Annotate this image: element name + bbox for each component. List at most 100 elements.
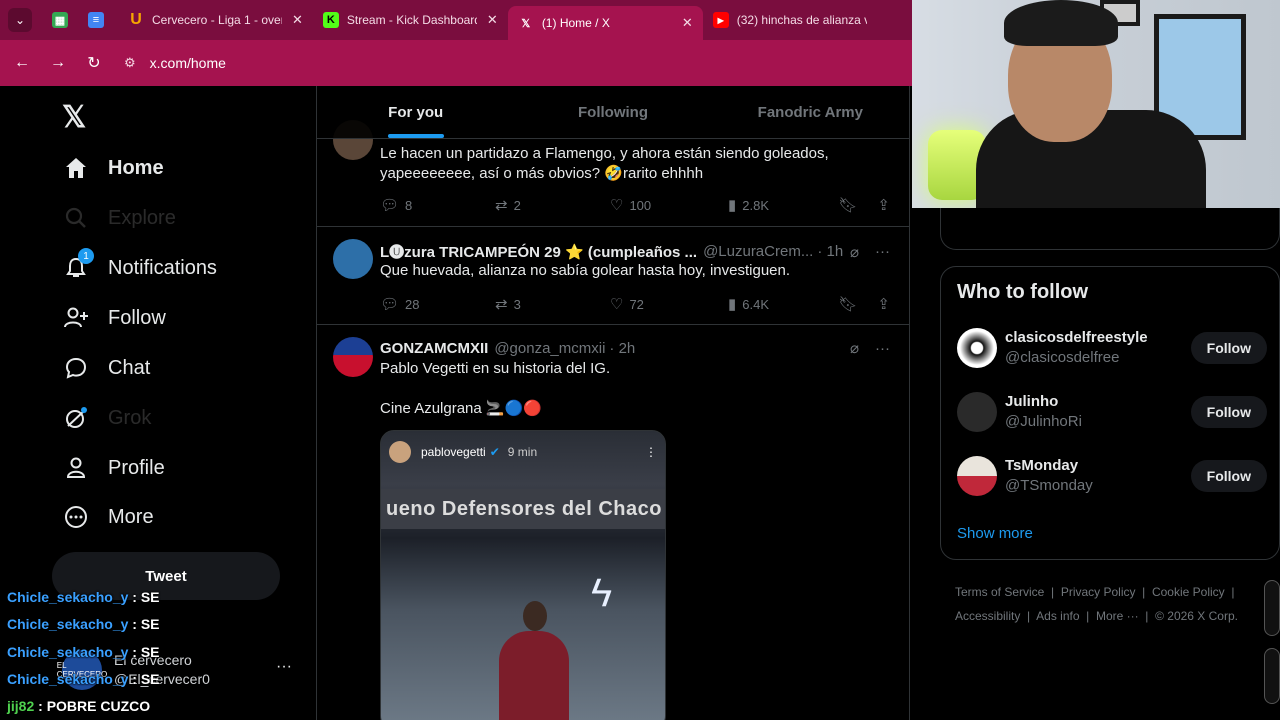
follow-suggestion[interactable]: clasicosdelfreestyle @clasicosdelfree Fo… bbox=[957, 326, 1267, 370]
repost-button[interactable]: ⇄ 2 bbox=[495, 196, 610, 214]
footer-line: Accessibility | Ads info | More ··· | © … bbox=[955, 609, 1238, 623]
nav-profile[interactable]: Profile bbox=[62, 448, 165, 488]
tab-title: (32) hinchas de alianza v bbox=[736, 13, 867, 27]
forward-icon[interactable]: → bbox=[48, 53, 68, 73]
repost-button[interactable]: ⇄ 3 bbox=[495, 295, 610, 313]
bookmark-icon[interactable]: 🔖︎ bbox=[838, 295, 857, 313]
footer-links: Terms of Service | Privacy Policy | Cook… bbox=[955, 580, 1255, 628]
close-icon[interactable]: ✕ bbox=[682, 15, 693, 31]
chat-text: : SE bbox=[132, 616, 160, 633]
nav-label: Profile bbox=[108, 456, 165, 479]
post-media[interactable]: pablovegetti ✔ 9 min ⋮ ueno Defensores d… bbox=[380, 430, 666, 720]
show-more-link[interactable]: Show more bbox=[957, 525, 1033, 542]
share-icon[interactable]: ⇪ bbox=[877, 295, 890, 313]
nav-follow[interactable]: Follow bbox=[62, 298, 166, 338]
more-icon bbox=[62, 503, 90, 531]
tab-pinned-docs[interactable]: ≡ bbox=[82, 4, 118, 36]
nav-more[interactable]: More bbox=[62, 497, 154, 537]
reply-button[interactable]: 💬︎ 28 bbox=[380, 295, 495, 313]
tab-cervecero[interactable]: U Cervecero - Liga 1 - over ✕ bbox=[118, 4, 313, 36]
tab-x-home[interactable]: 𝕏 (1) Home / X ✕ bbox=[507, 6, 703, 40]
follow-suggestion[interactable]: Julinho @JulinhoRi Follow bbox=[957, 390, 1267, 434]
back-icon[interactable]: ← bbox=[12, 53, 32, 73]
tab-pinned-sheets[interactable]: ▦ bbox=[46, 4, 82, 36]
author-handle[interactable]: @LuzuraCrem... bbox=[703, 243, 813, 260]
reply-button[interactable]: 💬︎ 8 bbox=[380, 196, 495, 214]
floating-button[interactable] bbox=[1264, 648, 1280, 704]
avatar[interactable] bbox=[333, 239, 373, 279]
share-icon[interactable]: ⇪ bbox=[877, 196, 890, 214]
floating-button[interactable] bbox=[1264, 580, 1280, 636]
post-time[interactable]: · 2h bbox=[609, 340, 635, 357]
story-header: pablovegetti ✔ 9 min ⋮ bbox=[389, 441, 657, 463]
nav-label: Explore bbox=[108, 206, 176, 229]
close-icon[interactable]: ✕ bbox=[487, 12, 498, 28]
url-bar[interactable]: ⚙ x.com/home bbox=[124, 55, 226, 71]
follow-button[interactable]: Follow bbox=[1190, 396, 1267, 428]
chat-text: : SE bbox=[132, 643, 160, 660]
grok-icon[interactable]: ⌀ bbox=[850, 339, 859, 357]
repost-count: 2 bbox=[513, 197, 521, 213]
footer-link[interactable]: More ··· bbox=[1096, 609, 1139, 623]
more-dots-icon[interactable]: ··· bbox=[875, 340, 890, 357]
post-text: Pablo Vegetti en su historia del IG. bbox=[380, 360, 611, 377]
close-icon[interactable]: ✕ bbox=[292, 12, 303, 28]
youtube-icon: ▶ bbox=[712, 12, 729, 28]
views-button[interactable]: ▮ 6.4K bbox=[728, 295, 769, 313]
nav-chat[interactable]: Chat bbox=[62, 348, 150, 388]
suggestion-name: Julinho bbox=[1005, 393, 1059, 410]
verified-icon: ✔ bbox=[489, 445, 500, 459]
more-vertical-icon: ⋮ bbox=[645, 445, 657, 459]
suggestion-handle: @clasicosdelfree bbox=[1005, 349, 1120, 366]
views-button[interactable]: ▮ 2.8K bbox=[728, 196, 769, 214]
tab-following[interactable]: Following bbox=[514, 86, 711, 138]
footer-link[interactable]: Terms of Service bbox=[955, 585, 1044, 599]
post-actions: 💬︎ 8 ⇄ 2 ♡ 100 ▮ 2.8K 🔖︎ ⇪ bbox=[380, 196, 890, 214]
repost-count: 3 bbox=[513, 296, 521, 312]
follow-button[interactable]: Follow bbox=[1190, 460, 1267, 492]
timeline-tabs: For you Following Fanodric Army bbox=[317, 86, 909, 139]
post-end-actions: 🔖︎ ⇪ bbox=[838, 196, 890, 214]
nav-home[interactable]: Home bbox=[62, 148, 164, 188]
tab-for-you[interactable]: For you bbox=[317, 86, 514, 138]
tab-search-button[interactable]: ⌄ bbox=[8, 8, 32, 32]
tab-fanodric-army[interactable]: Fanodric Army bbox=[712, 86, 909, 138]
timeline: For you Following Fanodric Army Le hacen… bbox=[316, 86, 910, 720]
nav-label: Follow bbox=[108, 306, 166, 329]
footer-link[interactable]: Privacy Policy bbox=[1061, 585, 1136, 599]
footer-link[interactable]: Accessibility bbox=[955, 609, 1020, 623]
like-button[interactable]: ♡ 100 bbox=[610, 196, 728, 214]
player-figure bbox=[499, 631, 569, 720]
follow-suggestion[interactable]: TsMonday @TSmonday Follow bbox=[957, 454, 1267, 498]
post-text: Que huevada, alianza no sabía golear has… bbox=[380, 262, 791, 279]
views-icon: ▮ bbox=[728, 296, 737, 313]
post-time[interactable]: · 1h bbox=[817, 243, 843, 260]
nav-explore[interactable]: Explore bbox=[62, 198, 176, 238]
like-button[interactable]: ♡ 72 bbox=[610, 295, 728, 313]
nav-notifications[interactable]: 1 Notifications bbox=[62, 248, 217, 288]
heart-icon: ♡ bbox=[610, 296, 624, 313]
follow-button[interactable]: Follow bbox=[1190, 332, 1267, 364]
author-name[interactable]: L🅤zura TRICAMPEÓN 29 ⭐ (cumpleaños ... bbox=[380, 241, 697, 262]
author-handle[interactable]: @gonza_mcmxii bbox=[494, 340, 605, 357]
footer-link[interactable]: Cookie Policy bbox=[1152, 585, 1225, 599]
reload-icon[interactable]: ↻ bbox=[84, 53, 104, 73]
search-icon bbox=[62, 204, 90, 232]
post[interactable]: L🅤zura TRICAMPEÓN 29 ⭐ (cumpleaños ... @… bbox=[317, 227, 909, 325]
more-dots-icon[interactable]: ··· bbox=[875, 243, 890, 260]
nav-grok[interactable]: Grok bbox=[62, 398, 151, 438]
bookmark-icon[interactable]: 🔖︎ bbox=[838, 196, 857, 214]
like-count: 100 bbox=[629, 197, 652, 213]
x-logo-icon[interactable]: 𝕏 bbox=[62, 100, 86, 135]
site-settings-icon[interactable]: ⚙ bbox=[124, 55, 136, 71]
avatar[interactable] bbox=[333, 337, 373, 377]
author-name[interactable]: GONZAMCMXII bbox=[380, 340, 488, 357]
grok-icon[interactable]: ⌀ bbox=[850, 243, 859, 261]
nav-label: Home bbox=[108, 156, 164, 179]
tab-youtube[interactable]: ▶ (32) hinchas de alianza v bbox=[703, 4, 877, 36]
tab-kick[interactable]: K Stream - Kick Dashboard ✕ bbox=[313, 4, 508, 36]
chat-message: Chicle_sekacho_y : SE bbox=[7, 641, 307, 668]
footer-link[interactable]: Ads info bbox=[1036, 609, 1079, 623]
chevron-down-icon: ⌄ bbox=[14, 13, 26, 27]
webcam-overlay bbox=[912, 0, 1280, 208]
